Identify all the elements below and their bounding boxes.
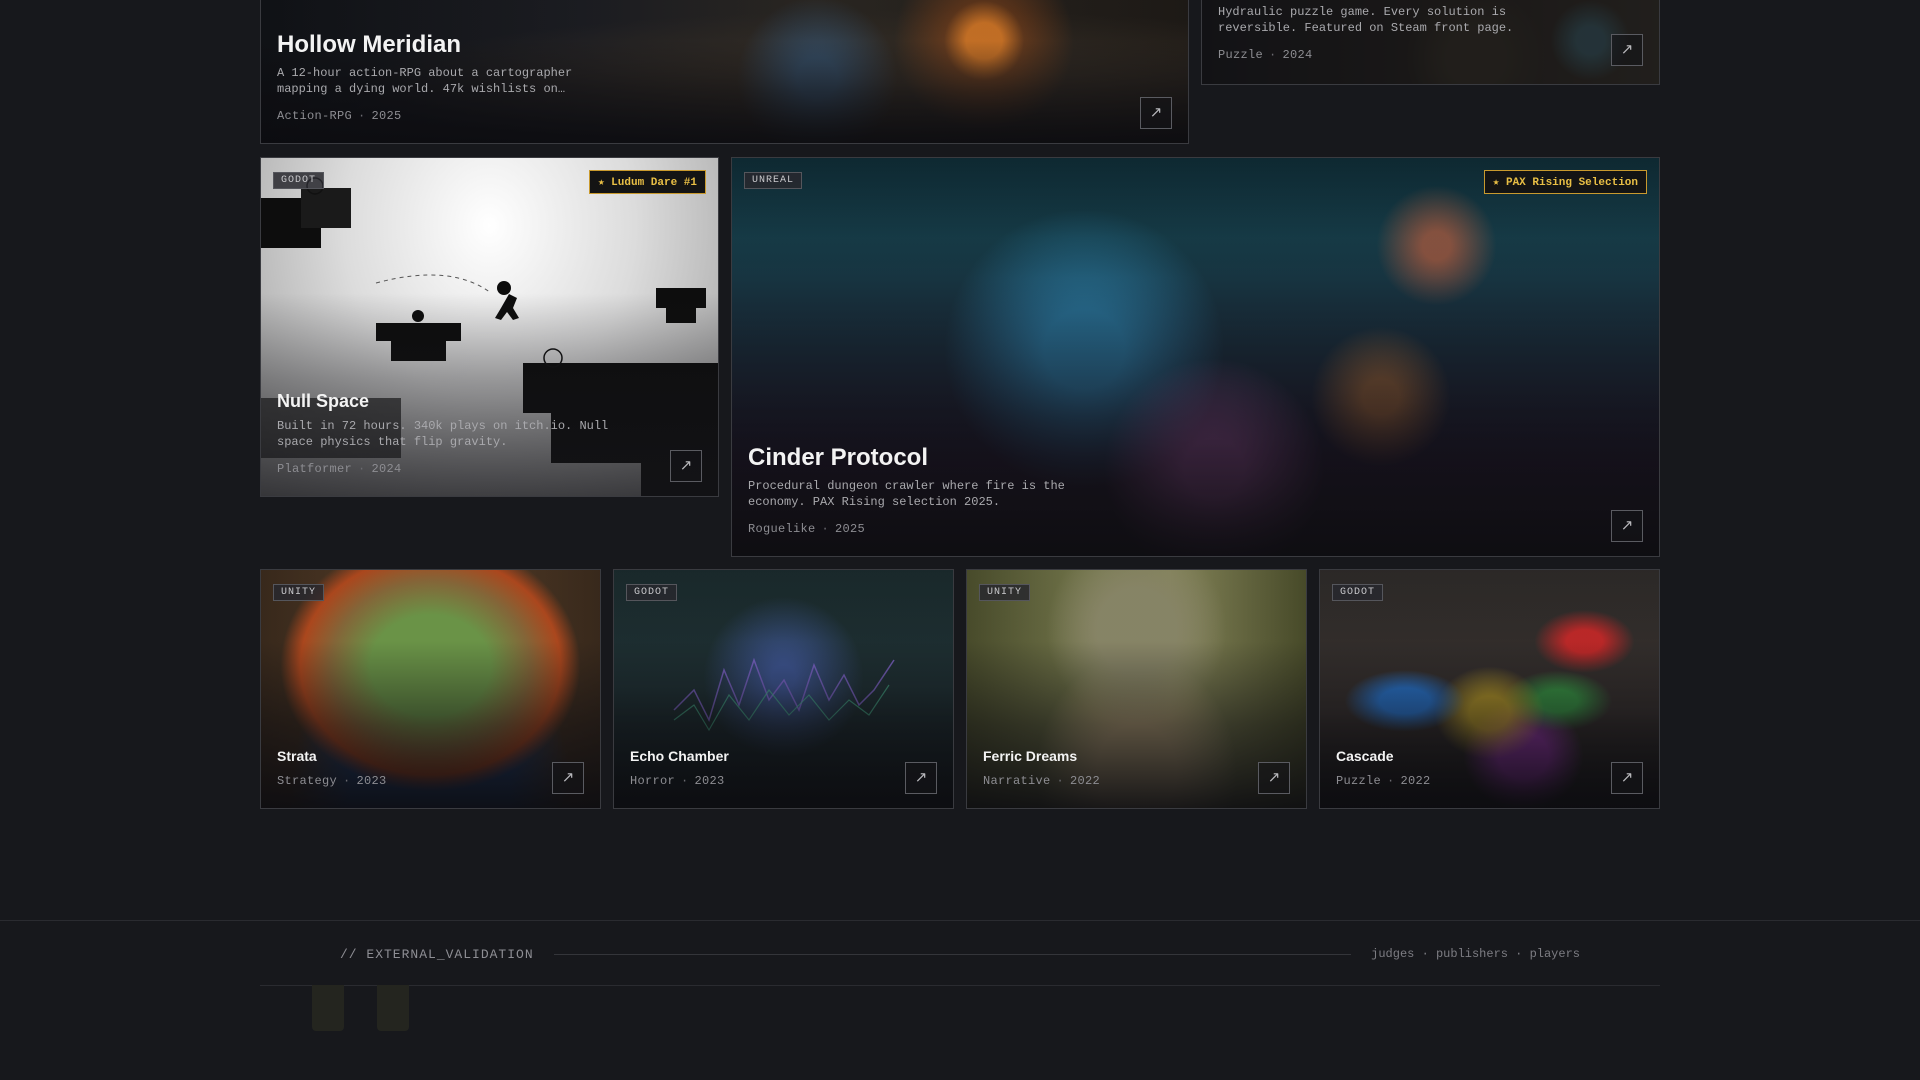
project-genre: Puzzle [1336, 774, 1382, 788]
project-year: 2024 [371, 462, 402, 476]
logo-placeholder [377, 985, 409, 1031]
project-meta: Puzzle · 2024 [1218, 48, 1313, 62]
engine-badge: GODOT [626, 584, 678, 601]
card-content: Hydraulic puzzle game. Every solution is… [1218, 4, 1643, 62]
project-genre: Platformer [277, 462, 353, 476]
project-genre: Narrative [983, 774, 1051, 788]
project-title: Cinder Protocol [748, 444, 929, 471]
project-description: A 12-hour action-RPG about a cartographe… [277, 66, 573, 96]
card-content: Strata Strategy · 2023 [277, 748, 584, 788]
card-content: Ferric Dreams Narrative · 2022 [983, 748, 1290, 788]
engine-badge: GODOT [273, 172, 325, 189]
project-meta: Action-RPG · 2025 [277, 109, 402, 123]
section-rule [553, 953, 1352, 955]
card-content: Cinder Protocol Procedural dungeon crawl… [748, 444, 1643, 536]
section-divider [260, 985, 1660, 986]
project-meta: Roguelike · 2025 [748, 522, 866, 536]
open-project-arrow-icon[interactable]: ↗ [670, 450, 702, 482]
project-genre: Strategy [277, 774, 338, 788]
open-project-arrow-icon[interactable]: ↗ [905, 762, 937, 794]
section-label: // EXTERNAL_VALIDATION [340, 946, 534, 962]
project-genre: Roguelike [748, 522, 816, 536]
project-title: Strata [277, 748, 317, 764]
card-content: Null Space Built in 72 hours. 340k plays… [277, 391, 702, 476]
open-project-arrow-icon[interactable]: ↗ [552, 762, 584, 794]
project-genre: Horror [630, 774, 676, 788]
open-project-arrow-icon[interactable]: ↗ [1611, 762, 1643, 794]
project-year: 2022 [1070, 774, 1101, 788]
engine-badge: UNITY [273, 584, 325, 601]
external-validation-header: // EXTERNAL_VALIDATION judges · publishe… [340, 944, 1580, 964]
project-description: Hydraulic puzzle game. Every solution is… [1218, 5, 1514, 35]
project-card-ferric-dreams[interactable]: UNITY Ferric Dreams Narrative · 2022 ↗ [966, 569, 1307, 809]
open-project-arrow-icon[interactable]: ↗ [1140, 97, 1172, 129]
project-year: 2022 [1400, 774, 1431, 788]
project-year: 2024 [1282, 48, 1313, 62]
section-divider [0, 920, 1920, 921]
project-year: 2025 [371, 109, 402, 123]
project-year: 2025 [835, 522, 866, 536]
project-meta: Platformer · 2024 [277, 462, 402, 476]
card-content: Hollow Meridian A 12-hour action-RPG abo… [277, 31, 1172, 123]
open-project-arrow-icon[interactable]: ↗ [1611, 510, 1643, 542]
project-card-cascade[interactable]: GODOT Cascade Puzzle · 2022 ↗ [1319, 569, 1660, 809]
project-title: Echo Chamber [630, 748, 729, 764]
project-card-echo-chamber[interactable]: GODOT Echo Chamber Horror · 2023 ↗ [613, 569, 954, 809]
project-card-null-space[interactable]: GODOT ★ Ludum Dare #1 Null Space Built i… [260, 157, 719, 497]
project-card-strata[interactable]: UNITY Strata Strategy · 2023 ↗ [260, 569, 601, 809]
project-genre: Action-RPG [277, 109, 353, 123]
engine-badge: UNREAL [744, 172, 803, 189]
project-meta: Strategy · 2023 [277, 774, 387, 788]
award-badge: ★ PAX Rising Selection [1483, 170, 1647, 194]
engine-badge: GODOT [1332, 584, 1384, 601]
project-card-hollow-meridian[interactable]: Hollow Meridian A 12-hour action-RPG abo… [260, 0, 1189, 144]
project-title: Cascade [1336, 748, 1394, 764]
project-genre: Puzzle [1218, 48, 1264, 62]
project-title: Hollow Meridian [277, 31, 462, 58]
card-content: Cascade Puzzle · 2022 [1336, 748, 1643, 788]
logo-placeholder [312, 985, 344, 1031]
project-year: 2023 [694, 774, 725, 788]
project-meta: Puzzle · 2022 [1336, 774, 1431, 788]
project-title: Ferric Dreams [983, 748, 1078, 764]
project-description: Procedural dungeon crawler where fire is… [748, 479, 1065, 509]
award-badge: ★ Ludum Dare #1 [588, 170, 706, 194]
project-title: Null Space [277, 391, 370, 411]
open-project-arrow-icon[interactable]: ↗ [1258, 762, 1290, 794]
open-project-arrow-icon[interactable]: ↗ [1611, 34, 1643, 66]
project-card-cinder-protocol[interactable]: UNREAL ★ PAX Rising Selection Cinder Pro… [731, 157, 1660, 557]
project-meta: Narrative · 2022 [983, 774, 1101, 788]
project-meta: Horror · 2023 [630, 774, 725, 788]
engine-badge: UNITY [979, 584, 1031, 601]
project-card-hydraulic-puzzle[interactable]: Hydraulic puzzle game. Every solution is… [1201, 0, 1660, 85]
project-description: Built in 72 hours. 340k plays on itch.io… [277, 419, 609, 449]
card-content: Echo Chamber Horror · 2023 [630, 748, 937, 788]
project-year: 2023 [356, 774, 387, 788]
section-audience: judges · publishers · players [1371, 947, 1580, 961]
